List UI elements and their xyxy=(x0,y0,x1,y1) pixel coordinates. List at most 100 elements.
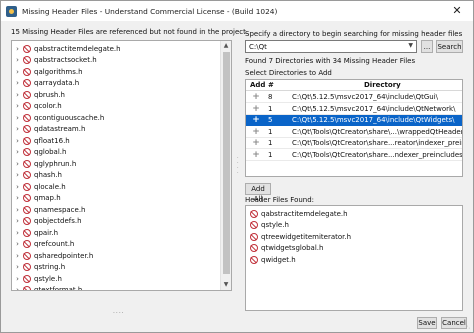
chevron-right-icon[interactable]: › xyxy=(14,102,21,110)
select-directories-label: Select Directories to Add xyxy=(245,69,332,77)
list-item[interactable]: › qlocale.h xyxy=(12,181,220,193)
no-entry-icon xyxy=(23,90,31,99)
list-item[interactable]: › qcontiguouscache.h xyxy=(12,112,220,124)
table-row[interactable]: +5 C:\Qt\5.12.5\msvc2017_64\include\QtWid… xyxy=(246,115,462,126)
resize-grip[interactable]: ⋱ xyxy=(464,323,471,330)
found-files-list[interactable]: qabstractitemdelegate.h qstyle.h qtreewidg… xyxy=(245,205,463,311)
left-list-scrollbar[interactable]: ▲ ▼ xyxy=(220,41,231,290)
directories-table[interactable]: Add # Directory +8 C:\Qt\5.12.5\msvc2017_… xyxy=(245,79,463,177)
found-file-name: qstyle.h xyxy=(261,221,289,229)
header-file-name: qbrush.h xyxy=(34,90,65,99)
chevron-right-icon[interactable]: › xyxy=(14,79,21,87)
list-item[interactable]: › qhash.h xyxy=(12,170,220,182)
chevron-right-icon[interactable]: › xyxy=(14,206,21,214)
list-item[interactable]: › qarraydata.h xyxy=(12,78,220,90)
chevron-right-icon[interactable]: › xyxy=(14,275,21,283)
list-item[interactable]: › qobjectdefs.h xyxy=(12,216,220,228)
scroll-up-arrow[interactable]: ▲ xyxy=(221,41,231,51)
no-entry-icon xyxy=(23,56,31,65)
chevron-right-icon[interactable]: › xyxy=(14,263,21,271)
browse-button[interactable]: ... xyxy=(421,40,433,53)
header-file-name: qsharedpointer.h xyxy=(34,251,94,260)
list-item[interactable]: qwidget.h xyxy=(248,254,296,265)
plus-icon[interactable]: + xyxy=(252,116,260,125)
chevron-right-icon[interactable]: › xyxy=(14,286,21,290)
table-row[interactable]: +1 C:\Qt\Tools\QtCreator\share\...\wrappe… xyxy=(246,127,462,138)
chevron-right-icon[interactable]: › xyxy=(14,137,21,145)
chevron-right-icon[interactable]: › xyxy=(14,68,21,76)
list-item[interactable]: › qalgorithms.h xyxy=(12,66,220,78)
chevron-right-icon[interactable]: › xyxy=(14,125,21,133)
chevron-right-icon[interactable]: › xyxy=(14,45,21,53)
found-file-name: qabstractitemdelegate.h xyxy=(261,209,348,218)
chevron-right-icon[interactable]: › xyxy=(14,217,21,225)
list-item[interactable]: › qstyle.h xyxy=(12,273,220,285)
no-entry-icon xyxy=(23,113,31,122)
chevron-right-icon[interactable]: › xyxy=(14,183,21,191)
list-item[interactable]: › qmap.h xyxy=(12,193,220,205)
no-entry-icon xyxy=(23,171,31,180)
list-item[interactable]: › qcolor.h xyxy=(12,101,220,113)
chevron-right-icon[interactable]: › xyxy=(14,229,21,237)
chevron-right-icon[interactable]: › xyxy=(14,252,21,260)
directory-combobox[interactable]: C:\Qt ▼ xyxy=(245,40,417,53)
column-count[interactable]: # xyxy=(268,80,274,91)
list-item[interactable]: › qabstractitemdelegate.h xyxy=(12,43,220,55)
column-directory[interactable]: Directory xyxy=(364,80,401,91)
list-item[interactable]: › qfloat16.h xyxy=(12,135,220,147)
table-row[interactable]: +1 C:\Qt\Tools\QtCreator\share...reator\i… xyxy=(246,138,462,149)
close-button[interactable]: ✕ xyxy=(441,1,473,21)
table-row[interactable]: +1 C:\Qt\Tools\QtCreator\share...ndexer_p… xyxy=(246,150,462,161)
plus-icon[interactable]: + xyxy=(252,150,260,160)
list-item[interactable]: › qpair.h xyxy=(12,227,220,239)
chevron-right-icon[interactable]: › xyxy=(14,148,21,156)
table-row[interactable]: +8 C:\Qt\5.12.5\msvc2017_64\include\QtGui… xyxy=(246,92,462,103)
vertical-splitter-handle[interactable]: · · · · xyxy=(237,156,241,178)
chevron-right-icon[interactable]: › xyxy=(14,240,21,248)
list-item[interactable]: qtreewidgetitemiterator.h xyxy=(248,231,351,242)
list-item[interactable]: qabstractitemdelegate.h xyxy=(248,208,348,219)
scroll-thumb[interactable] xyxy=(223,52,230,274)
table-row[interactable]: +1 C:\Qt\5.12.5\msvc2017_64\include\QtNet… xyxy=(246,104,462,115)
scroll-down-arrow[interactable]: ▼ xyxy=(221,280,231,290)
chevron-right-icon[interactable]: › xyxy=(14,194,21,202)
chevron-right-icon[interactable]: › xyxy=(14,160,21,168)
list-item[interactable]: › qnamespace.h xyxy=(12,204,220,216)
header-file-name: qtextformat.h xyxy=(34,286,83,291)
list-item[interactable]: › qrefcount.h xyxy=(12,239,220,251)
chevron-right-icon[interactable]: › xyxy=(14,91,21,99)
list-item[interactable]: › qbrush.h xyxy=(12,89,220,101)
missing-summary: 15 Missing Header Files are referenced b… xyxy=(11,28,249,36)
plus-icon[interactable]: + xyxy=(252,104,260,114)
header-file-name: qmap.h xyxy=(34,194,61,203)
list-item[interactable]: › qglobal.h xyxy=(12,147,220,159)
row-count: 1 xyxy=(268,139,273,147)
chevron-right-icon[interactable]: › xyxy=(14,171,21,179)
plus-icon[interactable]: + xyxy=(252,93,260,102)
list-item[interactable]: › qdatastream.h xyxy=(12,124,220,136)
column-add[interactable]: Add xyxy=(250,80,265,91)
list-item[interactable]: › qsharedpointer.h xyxy=(12,250,220,262)
missing-headers-list[interactable]: › qabstractitemdelegate.h › qabstractsocket… xyxy=(11,40,232,291)
list-item[interactable]: qstyle.h xyxy=(248,220,289,231)
list-item[interactable]: qtwidgetsglobal.h xyxy=(248,243,323,254)
list-item[interactable]: › qglyphrun.h xyxy=(12,158,220,170)
list-item[interactable]: › qabstractsocket.h xyxy=(12,55,220,67)
list-item[interactable]: › qtextformat.h xyxy=(12,285,220,291)
search-button[interactable]: Search xyxy=(436,40,463,53)
add-all-button[interactable]: Add All xyxy=(245,183,271,203)
no-entry-icon xyxy=(250,232,258,241)
table-header: Add # Directory xyxy=(246,80,462,91)
no-entry-icon xyxy=(23,274,31,283)
save-button[interactable]: Save xyxy=(417,317,437,329)
plus-icon[interactable]: + xyxy=(252,127,260,137)
chevron-down-icon[interactable]: ▼ xyxy=(408,42,413,49)
horizontal-splitter-handle[interactable]: ···· xyxy=(113,310,129,317)
header-file-name: qfloat16.h xyxy=(34,136,70,145)
chevron-right-icon[interactable]: › xyxy=(14,56,21,64)
chevron-right-icon[interactable]: › xyxy=(14,114,21,122)
title-bar: Missing Header Files - Understand Commer… xyxy=(1,1,473,21)
no-entry-icon xyxy=(23,251,31,260)
plus-icon[interactable]: + xyxy=(252,139,260,148)
list-item[interactable]: › qstring.h xyxy=(12,262,220,274)
